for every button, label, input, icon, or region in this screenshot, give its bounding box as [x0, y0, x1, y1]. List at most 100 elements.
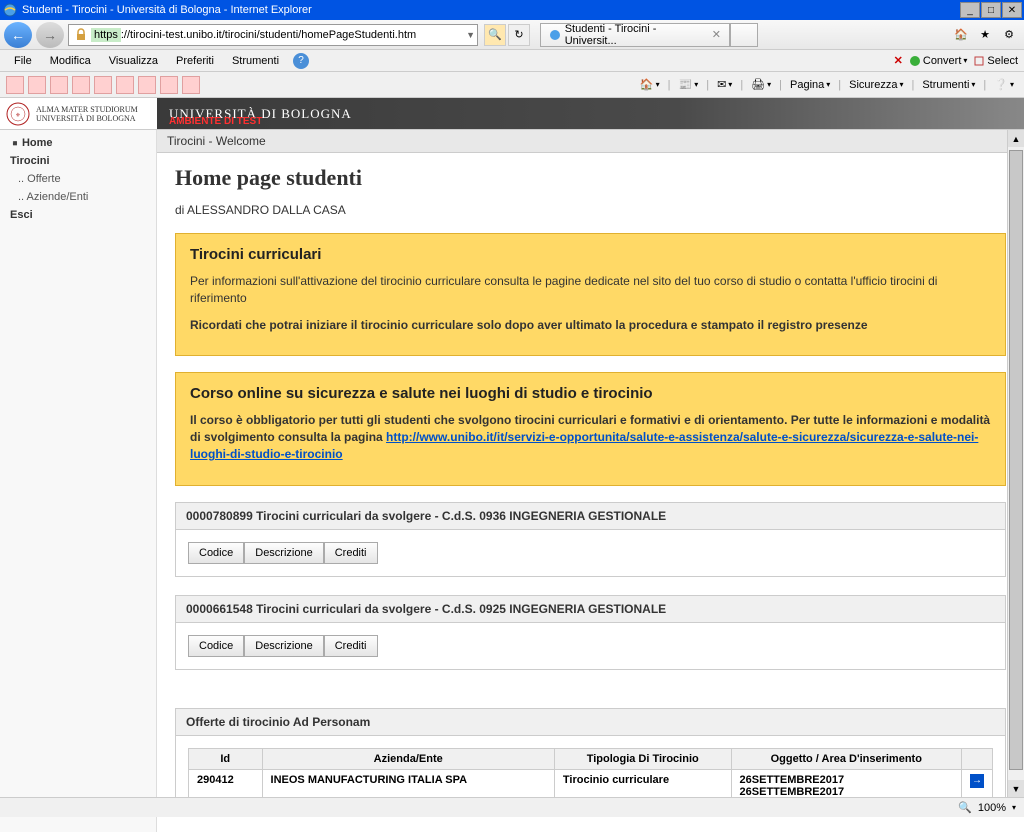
sidebar-home[interactable]: Home: [0, 134, 156, 152]
sidebar-esci[interactable]: Esci: [0, 206, 156, 224]
window-title: Studenti - Tirocini - Università di Bolo…: [22, 4, 960, 16]
toolbar-btn-3[interactable]: [50, 76, 68, 94]
toolbar-btn-6[interactable]: [116, 76, 134, 94]
window-titlebar: Studenti - Tirocini - Università di Bolo…: [0, 0, 1024, 20]
close-x-button[interactable]: ✕: [894, 54, 903, 67]
sidebar: Home Tirocini .. Offerte .. Aziende/Enti…: [0, 130, 157, 832]
url-protocol: https: [91, 28, 121, 42]
browser-tab[interactable]: Studenti - Tirocini - Universit... ✕: [540, 23, 730, 47]
toolbar-btn-7[interactable]: [138, 76, 156, 94]
new-tab-button[interactable]: [730, 23, 758, 47]
main-content: Tirocini - Welcome Home page studenti di…: [157, 130, 1024, 832]
menu-file[interactable]: File: [6, 53, 40, 69]
box2-p1: Il corso è obbligatorio per tutti gli st…: [190, 412, 991, 462]
tab-title: Studenti - Tirocini - Universit...: [565, 23, 708, 47]
page-title: Home page studenti: [175, 165, 1006, 191]
settings-icon[interactable]: ⚙: [998, 24, 1020, 46]
zoom-level: 100%: [978, 802, 1006, 814]
th-tipologia: Tipologia Di Tirocinio: [554, 748, 731, 769]
menu-visualizza[interactable]: Visualizza: [101, 53, 166, 69]
sec2-codice-button[interactable]: Codice: [188, 635, 244, 657]
close-button[interactable]: ✕: [1002, 2, 1022, 18]
scroll-down-button[interactable]: ▼: [1008, 780, 1024, 797]
toolbar-btn-2[interactable]: [28, 76, 46, 94]
home-icon[interactable]: 🏠: [950, 24, 972, 46]
sidebar-aziende[interactable]: .. Aziende/Enti: [0, 188, 156, 206]
forward-button[interactable]: →: [36, 22, 64, 48]
cmd-mail[interactable]: ✉▾: [713, 76, 736, 93]
section3-header: Offerte di tirocinio Ad Personam: [175, 708, 1006, 736]
sec1-crediti-button[interactable]: Crediti: [324, 542, 378, 564]
th-azienda: Azienda/Ente: [262, 748, 554, 769]
box1-p1: Per informazioni sull'attivazione del ti…: [190, 273, 991, 307]
logo-line2: UNIVERSITÀ DI BOLOGNA: [36, 114, 138, 123]
university-header: ⚜ ALMA MATER STUDIORUM UNIVERSITÀ DI BOL…: [0, 98, 1024, 130]
address-bar[interactable]: https ▼: [68, 24, 478, 46]
maximize-button[interactable]: □: [981, 2, 1001, 18]
svg-text:⚜: ⚜: [15, 112, 20, 119]
sec1-codice-button[interactable]: Codice: [188, 542, 244, 564]
university-logo-area: ⚜ ALMA MATER STUDIORUM UNIVERSITÀ DI BOL…: [0, 98, 157, 129]
banner-ambiente: AMBIENTE DI TEST: [169, 116, 262, 127]
lock-icon: [74, 28, 88, 42]
menu-bar: File Modifica Visualizza Preferiti Strum…: [0, 50, 1024, 72]
help-icon[interactable]: ?: [293, 53, 309, 69]
cmd-help-icon[interactable]: ❔▾: [990, 76, 1018, 93]
refresh-button[interactable]: ↻: [508, 24, 530, 46]
tab-close-icon[interactable]: ✕: [712, 28, 721, 41]
section2-header: 0000661548 Tirocini curriculari da svolg…: [175, 595, 1006, 623]
url-input[interactable]: [121, 29, 466, 41]
sec2-crediti-button[interactable]: Crediti: [324, 635, 378, 657]
sec1-descrizione-button[interactable]: Descrizione: [244, 542, 323, 564]
box1-p2: Ricordati che potrai iniziare il tirocin…: [190, 317, 991, 334]
cmd-home[interactable]: 🏠▾: [636, 76, 664, 93]
select-button[interactable]: Select: [973, 55, 1018, 67]
breadcrumb: Tirocini - Welcome: [157, 130, 1024, 153]
university-banner: UNIVERSITÀ DI BOLOGNA AMBIENTE DI TEST: [157, 98, 1024, 129]
sidebar-tirocini[interactable]: Tirocini: [0, 152, 156, 170]
go-arrow-button[interactable]: →: [970, 774, 984, 788]
convert-icon: [909, 55, 921, 67]
menu-strumenti[interactable]: Strumenti: [224, 53, 287, 69]
scroll-up-button[interactable]: ▲: [1008, 130, 1024, 147]
toolbar-btn-5[interactable]: [94, 76, 112, 94]
ie-icon: [2, 2, 18, 18]
favorites-icon[interactable]: ★: [974, 24, 996, 46]
cmd-strumenti[interactable]: Strumenti▾: [918, 77, 979, 93]
info-box-tirocini: Tirocini curriculari Per informazioni su…: [175, 233, 1006, 356]
cmd-print[interactable]: 🖨▾: [747, 76, 775, 93]
offerte-table: Id Azienda/Ente Tipologia Di Tirocinio O…: [188, 748, 993, 803]
th-id: Id: [189, 748, 263, 769]
logo-line1: ALMA MATER STUDIORUM: [36, 105, 138, 114]
sidebar-offerte[interactable]: .. Offerte: [0, 170, 156, 188]
cmd-sicurezza[interactable]: Sicurezza▾: [845, 77, 907, 93]
box2-title: Corso online su sicurezza e salute nei l…: [190, 385, 991, 402]
th-oggetto: Oggetto / Area D'inserimento: [731, 748, 961, 769]
toolbar-btn-1[interactable]: [6, 76, 24, 94]
zoom-dropdown-icon[interactable]: ▾: [1012, 803, 1016, 812]
cmd-feeds[interactable]: 📰▾: [675, 76, 703, 93]
box1-title: Tirocini curriculari: [190, 246, 991, 263]
section2-body: Codice Descrizione Crediti: [175, 623, 1006, 670]
section1-header: 0000780899 Tirocini curriculari da svolg…: [175, 502, 1006, 530]
toolbar-btn-8[interactable]: [160, 76, 178, 94]
page-icon: [549, 29, 561, 41]
info-box-corso: Corso online su sicurezza e salute nei l…: [175, 372, 1006, 485]
cmd-pagina[interactable]: Pagina▾: [786, 77, 834, 93]
dropdown-icon[interactable]: ▼: [466, 30, 475, 40]
toolbar-btn-9[interactable]: [182, 76, 200, 94]
vertical-scrollbar[interactable]: ▲ ▼: [1007, 130, 1024, 797]
menu-preferiti[interactable]: Preferiti: [168, 53, 222, 69]
nav-bar: ← → https ▼ 🔍 ↻ Studenti - Tirocini - Un…: [0, 20, 1024, 50]
sec2-descrizione-button[interactable]: Descrizione: [244, 635, 323, 657]
convert-button[interactable]: Convert ▾: [909, 55, 968, 67]
scroll-thumb[interactable]: [1009, 150, 1023, 770]
zoom-icon[interactable]: 🔍: [958, 801, 972, 814]
search-button[interactable]: 🔍: [484, 24, 506, 46]
page-subtitle: di ALESSANDRO DALLA CASA: [175, 203, 1006, 217]
minimize-button[interactable]: _: [960, 2, 980, 18]
toolbar-row: 🏠▾ | 📰▾ | ✉▾ | 🖨▾ | Pagina▾ | Sicurezza▾…: [0, 72, 1024, 98]
back-button[interactable]: ←: [4, 22, 32, 48]
menu-modifica[interactable]: Modifica: [42, 53, 99, 69]
toolbar-btn-4[interactable]: [72, 76, 90, 94]
